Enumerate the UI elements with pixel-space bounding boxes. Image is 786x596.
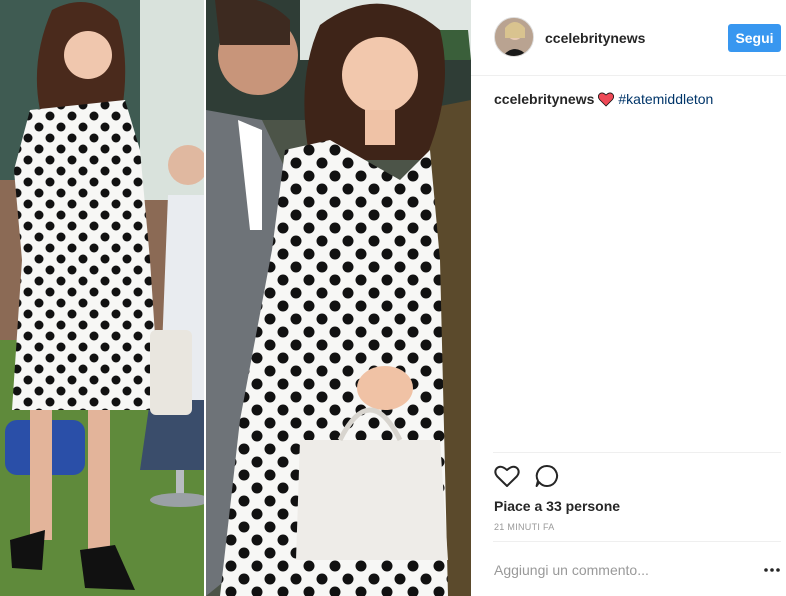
more-options-icon[interactable] [762,563,782,577]
post-image [0,0,471,596]
header-username[interactable]: ccelebritynews [545,30,645,46]
like-heart-icon[interactable] [493,462,521,490]
post-timestamp[interactable]: 21 MINUTI FA [494,522,555,532]
avatar-image [495,18,533,56]
divider [493,452,781,453]
caption-username[interactable]: ccelebritynews [494,91,594,107]
post-sidebar: ccelebritynews Segui ccelebritynews #kate… [471,0,786,596]
heart-emoji [598,92,615,111]
instagram-post: ccelebritynews Segui ccelebritynews #kate… [0,0,786,596]
divider [493,541,781,542]
post-header: ccelebritynews Segui [471,0,786,76]
avatar[interactable] [494,17,534,57]
likes-count[interactable]: Piace a 33 persone [494,498,620,514]
caption: ccelebritynews #katemiddleton [494,90,713,111]
post-photo[interactable] [0,0,471,596]
comment-input[interactable] [494,560,734,580]
follow-button[interactable]: Segui [728,24,781,52]
hashtag-link[interactable]: #katemiddleton [618,91,713,107]
comment-bubble-icon[interactable] [533,462,561,490]
